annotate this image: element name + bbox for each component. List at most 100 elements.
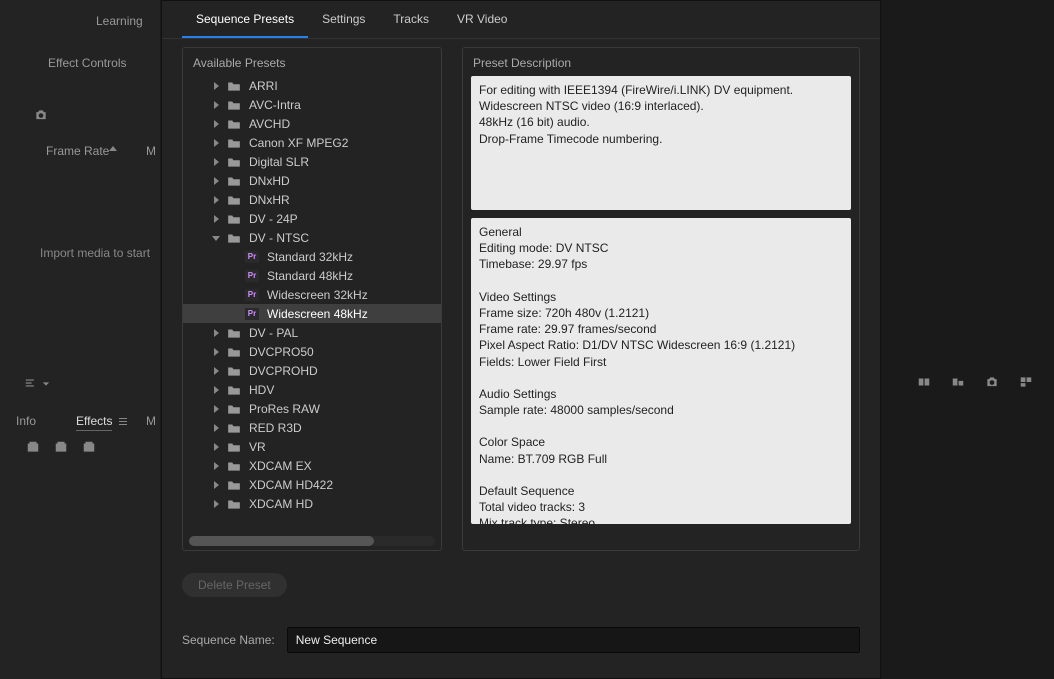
- tree-item-label: Standard 48kHz: [267, 269, 353, 283]
- preset-tree[interactable]: ARRI AVC-Intra AVCHD Canon XF MPEG2 Digital …: [183, 76, 441, 536]
- available-presets-title: Available Presets: [183, 48, 441, 76]
- bin-icon-3[interactable]: [82, 440, 96, 454]
- caret-right-icon[interactable]: [211, 100, 221, 110]
- preset-standard-32khz[interactable]: PrStandard 32kHz: [183, 247, 441, 266]
- bg-tab-effect-controls[interactable]: Effect Controls: [48, 56, 126, 70]
- folder-icon: [227, 479, 241, 491]
- folder-avc-intra[interactable]: AVC-Intra: [183, 95, 441, 114]
- sort-up-icon: [108, 144, 118, 154]
- folder-prores-raw[interactable]: ProRes RAW: [183, 399, 441, 418]
- caret-right-icon[interactable]: [211, 347, 221, 357]
- caret-right-icon[interactable]: [211, 157, 221, 167]
- tab-tracks[interactable]: Tracks: [379, 1, 443, 38]
- folder-dnxhr[interactable]: DNxHR: [183, 190, 441, 209]
- tree-item-label: DV - 24P: [249, 212, 298, 226]
- folder-xdcam-hd422[interactable]: XDCAM HD422: [183, 475, 441, 494]
- bin-icon-1[interactable]: [26, 440, 40, 454]
- tree-item-label: Digital SLR: [249, 155, 309, 169]
- preset-widescreen-48khz[interactable]: PrWidescreen 48kHz: [183, 304, 441, 323]
- folder-vr[interactable]: VR: [183, 437, 441, 456]
- column-frame-rate[interactable]: Frame Rate: [46, 144, 109, 158]
- caret-right-icon[interactable]: [211, 328, 221, 338]
- sequence-name-input[interactable]: [287, 627, 860, 653]
- tree-item-label: Canon XF MPEG2: [249, 136, 348, 150]
- caret-right-icon[interactable]: [211, 214, 221, 224]
- tree-item-label: DV - PAL: [249, 326, 298, 340]
- tree-item-label: AVCHD: [249, 117, 290, 131]
- panel-menu-icon[interactable]: [118, 416, 128, 426]
- preset-icon: Pr: [245, 308, 259, 320]
- folder-dvcprohd[interactable]: DVCPROHD: [183, 361, 441, 380]
- caret-right-icon[interactable]: [211, 423, 221, 433]
- folder-dnxhd[interactable]: DNxHD: [183, 171, 441, 190]
- folder-dv-pal[interactable]: DV - PAL: [183, 323, 441, 342]
- tab-vr-video[interactable]: VR Video: [443, 1, 521, 38]
- background-panel: Learning Effect Controls Frame Rate M Im…: [0, 0, 160, 679]
- caret-right-icon[interactable]: [211, 81, 221, 91]
- tab-settings[interactable]: Settings: [308, 1, 379, 38]
- folder-arri[interactable]: ARRI: [183, 76, 441, 95]
- caret-right-icon[interactable]: [211, 176, 221, 186]
- tree-item-label: ARRI: [249, 79, 278, 93]
- folder-hdv[interactable]: HDV: [183, 380, 441, 399]
- tree-item-label: RED R3D: [249, 421, 302, 435]
- tree-item-label: Standard 32kHz: [267, 250, 353, 264]
- column-truncated-2: M: [146, 414, 156, 428]
- tree-item-label: DVCPRO50: [249, 345, 314, 359]
- tree-item-label: DNxHR: [249, 193, 290, 207]
- tab-sequence-presets[interactable]: Sequence Presets: [182, 1, 308, 38]
- caret-right-icon[interactable]: [211, 461, 221, 471]
- folder-red-r3d[interactable]: RED R3D: [183, 418, 441, 437]
- folder-icon: [227, 137, 241, 149]
- menu-icon[interactable]: [24, 376, 38, 390]
- insert-icon[interactable]: [916, 375, 932, 389]
- camera-icon: [34, 108, 48, 122]
- bg-tab-learning[interactable]: Learning: [96, 14, 143, 28]
- preset-icon: Pr: [245, 289, 259, 301]
- preset-standard-48khz[interactable]: PrStandard 48kHz: [183, 266, 441, 285]
- tree-item-label: XDCAM EX: [249, 459, 312, 473]
- folder-canon-xf-mpeg2[interactable]: Canon XF MPEG2: [183, 133, 441, 152]
- folder-digital-slr[interactable]: Digital SLR: [183, 152, 441, 171]
- caret-right-icon[interactable]: [211, 442, 221, 452]
- caret-right-icon[interactable]: [211, 385, 221, 395]
- folder-dvcpro50[interactable]: DVCPRO50: [183, 342, 441, 361]
- import-hint: Import media to start: [40, 246, 150, 260]
- folder-avchd[interactable]: AVCHD: [183, 114, 441, 133]
- toolbar-icons: [916, 375, 1034, 389]
- chevron-down-icon[interactable]: [42, 380, 50, 388]
- caret-right-icon[interactable]: [211, 195, 221, 205]
- preset-description-title: Preset Description: [463, 48, 859, 76]
- tree-item-label: XDCAM HD: [249, 497, 313, 511]
- caret-right-icon[interactable]: [211, 480, 221, 490]
- caret-right-icon[interactable]: [211, 404, 221, 414]
- folder-dv-24p[interactable]: DV - 24P: [183, 209, 441, 228]
- folder-icon: [227, 365, 241, 377]
- export-frame-icon[interactable]: [984, 375, 1000, 389]
- folder-xdcam-hd[interactable]: XDCAM HD: [183, 494, 441, 513]
- folder-icon: [227, 460, 241, 472]
- preset-details-text: General Editing mode: DV NTSC Timebase: …: [471, 218, 851, 524]
- tree-item-label: AVC-Intra: [249, 98, 301, 112]
- bg-tab-info[interactable]: Info: [16, 414, 36, 428]
- bg-tab-effects[interactable]: Effects: [76, 414, 112, 431]
- caret-right-icon[interactable]: [211, 138, 221, 148]
- preset-widescreen-32khz[interactable]: PrWidescreen 32kHz: [183, 285, 441, 304]
- caret-right-icon[interactable]: [211, 499, 221, 509]
- folder-icon: [227, 441, 241, 453]
- folder-icon: [227, 118, 241, 130]
- bin-icon-2[interactable]: [54, 440, 68, 454]
- overwrite-icon[interactable]: [950, 375, 966, 389]
- folder-icon: [227, 194, 241, 206]
- folder-icon: [227, 175, 241, 187]
- caret-right-icon[interactable]: [211, 366, 221, 376]
- comparison-icon[interactable]: [1018, 375, 1034, 389]
- tree-hscrollbar[interactable]: [189, 536, 435, 546]
- caret-down-icon[interactable]: [211, 233, 221, 243]
- folder-icon: [227, 327, 241, 339]
- folder-icon: [227, 498, 241, 510]
- folder-dv-ntsc[interactable]: DV - NTSC: [183, 228, 441, 247]
- caret-right-icon[interactable]: [211, 119, 221, 129]
- folder-xdcam-ex[interactable]: XDCAM EX: [183, 456, 441, 475]
- column-truncated-1: M: [146, 144, 156, 158]
